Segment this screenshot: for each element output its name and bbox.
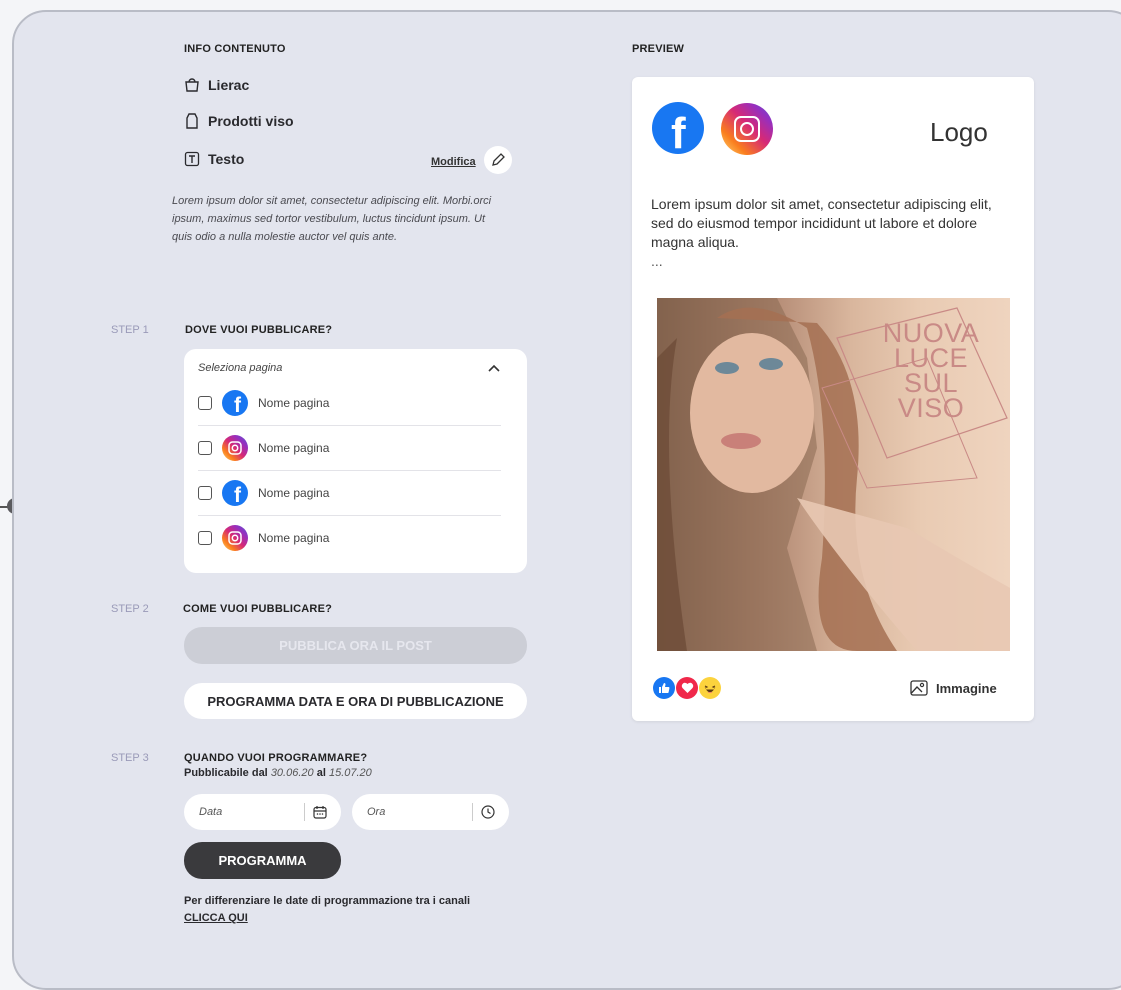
info-brand: Lierac bbox=[208, 77, 250, 93]
date-from: 30.06.20 bbox=[270, 767, 314, 779]
shopping-bag-icon bbox=[185, 78, 199, 92]
page-selector: Seleziona pagina f Nome pagina Nome pagina… bbox=[184, 349, 527, 573]
facebook-icon: f bbox=[652, 102, 704, 154]
step2-title: COME VUOI PUBBLICARE? bbox=[183, 603, 333, 615]
page-name: Nome pagina bbox=[258, 531, 330, 545]
preview-text: Lorem ipsum dolor sit amet, consectetur … bbox=[651, 196, 992, 250]
time-placeholder: Ora bbox=[367, 806, 386, 818]
date-field[interactable]: Data bbox=[184, 794, 341, 830]
step3-title: QUANDO VUOI PROGRAMMARE? bbox=[184, 752, 368, 764]
love-icon bbox=[676, 677, 698, 699]
info-category-row: Prodotti viso bbox=[184, 113, 294, 129]
time-field[interactable]: Ora bbox=[352, 794, 509, 830]
date-to: 15.07.20 bbox=[328, 767, 372, 779]
channel-note: Per differenziare le date di programmazi… bbox=[184, 895, 471, 907]
schedule-button[interactable]: PROGRAMMA DATA E ORA DI PUBBLICAZIONE bbox=[184, 683, 527, 719]
preview-title: PREVIEW bbox=[632, 43, 685, 55]
logo-placeholder: Logo bbox=[930, 117, 988, 147]
time-field-divider bbox=[472, 803, 473, 821]
page-checkbox[interactable] bbox=[198, 486, 212, 500]
preview-image: NUOVA LUCE SUL VISO bbox=[657, 298, 1010, 651]
laugh-icon bbox=[699, 677, 721, 699]
page-row[interactable]: Nome pagina bbox=[198, 426, 501, 471]
info-description: Lorem ipsum dolor sit amet, consectetur … bbox=[172, 195, 492, 243]
program-button[interactable]: PROGRAMMA bbox=[184, 842, 341, 879]
facebook-glyph: f bbox=[671, 109, 686, 155]
page-select-header[interactable]: Seleziona pagina bbox=[198, 361, 501, 375]
image-title-line-4: VISO bbox=[897, 393, 965, 423]
date-field-divider bbox=[304, 803, 305, 821]
tag-icon bbox=[186, 113, 198, 129]
page-checkbox[interactable] bbox=[198, 441, 212, 455]
info-section-title: INFO CONTENUTO bbox=[184, 43, 286, 55]
text-icon bbox=[184, 151, 200, 167]
info-type-row: Testo bbox=[184, 151, 244, 167]
image-title: NUOVA LUCE SUL VISO bbox=[873, 320, 989, 423]
pencil-icon bbox=[492, 153, 505, 166]
page-name: Nome pagina bbox=[258, 486, 330, 500]
reactions bbox=[653, 677, 721, 699]
instagram-lens bbox=[740, 122, 754, 136]
availability-prefix: Pubblicabile dal bbox=[184, 767, 268, 779]
instagram-icon bbox=[222, 525, 248, 551]
image-type-label: Immagine bbox=[910, 680, 997, 696]
facebook-icon: f bbox=[222, 390, 248, 417]
instagram-icon bbox=[222, 435, 248, 461]
preview-card: f Logo Lorem ipsum dolor sit amet, conse… bbox=[632, 77, 1034, 721]
clock-icon[interactable] bbox=[481, 805, 495, 819]
instagram-icon bbox=[721, 103, 773, 155]
chevron-up-icon[interactable] bbox=[487, 363, 501, 373]
info-brand-row: Lierac bbox=[184, 77, 249, 93]
preview-ellipsis: ... bbox=[651, 253, 663, 269]
page-row[interactable]: f Nome pagina bbox=[198, 471, 501, 516]
date-placeholder: Data bbox=[199, 806, 223, 818]
step3-label: STEP 3 bbox=[111, 752, 149, 764]
image-icon bbox=[910, 680, 928, 696]
availability-mid: al bbox=[316, 767, 326, 779]
edit-button[interactable] bbox=[484, 146, 512, 174]
step1-label: STEP 1 bbox=[111, 324, 149, 336]
calendar-icon[interactable] bbox=[313, 805, 327, 819]
page-row[interactable]: f Nome pagina bbox=[198, 381, 501, 426]
availability-text: Pubblicabile dal 30.06.20 al 15.07.20 bbox=[184, 767, 372, 779]
page-row[interactable]: Nome pagina bbox=[198, 516, 501, 560]
click-here-link[interactable]: CLICCA QUI bbox=[184, 912, 248, 924]
info-category: Prodotti viso bbox=[208, 113, 294, 129]
step2-label: STEP 2 bbox=[111, 603, 149, 615]
page-checkbox[interactable] bbox=[198, 531, 212, 545]
publish-now-button[interactable]: PUBBLICA ORA IL POST bbox=[184, 627, 527, 664]
facebook-icon: f bbox=[222, 480, 248, 507]
info-type: Testo bbox=[208, 151, 245, 167]
page-name: Nome pagina bbox=[258, 441, 330, 455]
step1-title: DOVE VUOI PUBBLICARE? bbox=[185, 324, 333, 336]
image-label: Immagine bbox=[936, 680, 997, 696]
like-icon bbox=[653, 677, 675, 699]
edit-link[interactable]: Modifica bbox=[431, 156, 476, 168]
page-select-placeholder: Seleziona pagina bbox=[198, 362, 283, 374]
page-list: f Nome pagina Nome pagina f Nome pagina Nome … bbox=[198, 381, 501, 560]
page-checkbox[interactable] bbox=[198, 396, 212, 410]
page-name: Nome pagina bbox=[258, 396, 330, 410]
